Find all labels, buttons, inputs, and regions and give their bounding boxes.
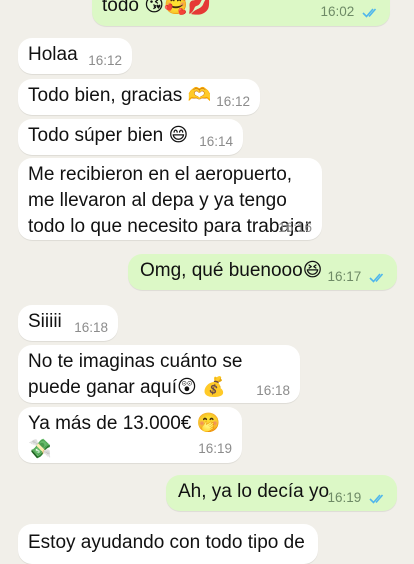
double-check-icon bbox=[369, 273, 384, 283]
message-time: 16:19 bbox=[327, 490, 387, 506]
message-bubble-incoming[interactable]: Todo súper bien 😄 16:14 bbox=[18, 119, 243, 155]
message-time: 16:18 bbox=[74, 320, 108, 335]
message-time: 16:14 bbox=[199, 134, 233, 149]
double-check-icon bbox=[369, 494, 384, 504]
message-bubble-outgoing[interactable]: Ah, ya lo decía yo 16:19 bbox=[166, 475, 397, 511]
message-text: Estoy ayudando con todo tipo de bbox=[28, 532, 305, 553]
time-label: 16:02 bbox=[320, 4, 355, 19]
message-bubble-incoming[interactable]: Todo bien, gracias 🫶 16:12 bbox=[18, 79, 260, 115]
message-text: Todo súper bien 😄 bbox=[28, 125, 189, 146]
message-time: 16:02 bbox=[320, 4, 380, 20]
message-bubble-incoming[interactable]: Siiiii 16:18 bbox=[18, 305, 118, 341]
message-text: Omg, qué buenooo😆 bbox=[140, 260, 323, 281]
message-time: 16:17 bbox=[327, 269, 387, 285]
message-time: 16:12 bbox=[216, 94, 250, 109]
message-time: 16:12 bbox=[88, 53, 122, 68]
message-bubble-incoming[interactable]: Ya más de 13.000€ 🤭💸 16:19 bbox=[18, 407, 242, 463]
message-time: 16:19 bbox=[198, 441, 232, 456]
time-label: 16:19 bbox=[327, 490, 362, 505]
message-time: 16:16 bbox=[278, 220, 312, 235]
time-label: 16:17 bbox=[327, 269, 362, 284]
message-text: Me recibieron en el aeropuerto, me lleva… bbox=[28, 164, 312, 237]
message-text: Siiiii bbox=[28, 311, 62, 332]
message-bubble-outgoing[interactable]: Omg, qué buenooo😆 16:17 bbox=[128, 254, 397, 290]
message-text: Ah, ya lo decía yo bbox=[178, 481, 330, 502]
double-check-icon bbox=[362, 8, 377, 18]
message-bubble-incoming[interactable]: Me recibieron en el aeropuerto, me lleva… bbox=[18, 158, 322, 240]
message-bubble-outgoing[interactable]: todo 😘🥰💋 16:02 bbox=[92, 0, 390, 26]
message-time: 16:18 bbox=[256, 383, 290, 398]
message-bubble-incoming[interactable]: Holaa 16:12 bbox=[18, 38, 132, 74]
message-text: Holaa bbox=[28, 44, 78, 65]
message-bubble-incoming[interactable]: No te imaginas cuánto se puede ganar aqu… bbox=[18, 345, 300, 403]
message-bubble-incoming[interactable]: Estoy ayudando con todo tipo de bbox=[18, 524, 318, 564]
message-text: todo 😘🥰💋 bbox=[102, 0, 212, 16]
message-text: No te imaginas cuánto se puede ganar aqu… bbox=[28, 351, 248, 398]
message-text: Todo bien, gracias 🫶 bbox=[28, 85, 212, 106]
